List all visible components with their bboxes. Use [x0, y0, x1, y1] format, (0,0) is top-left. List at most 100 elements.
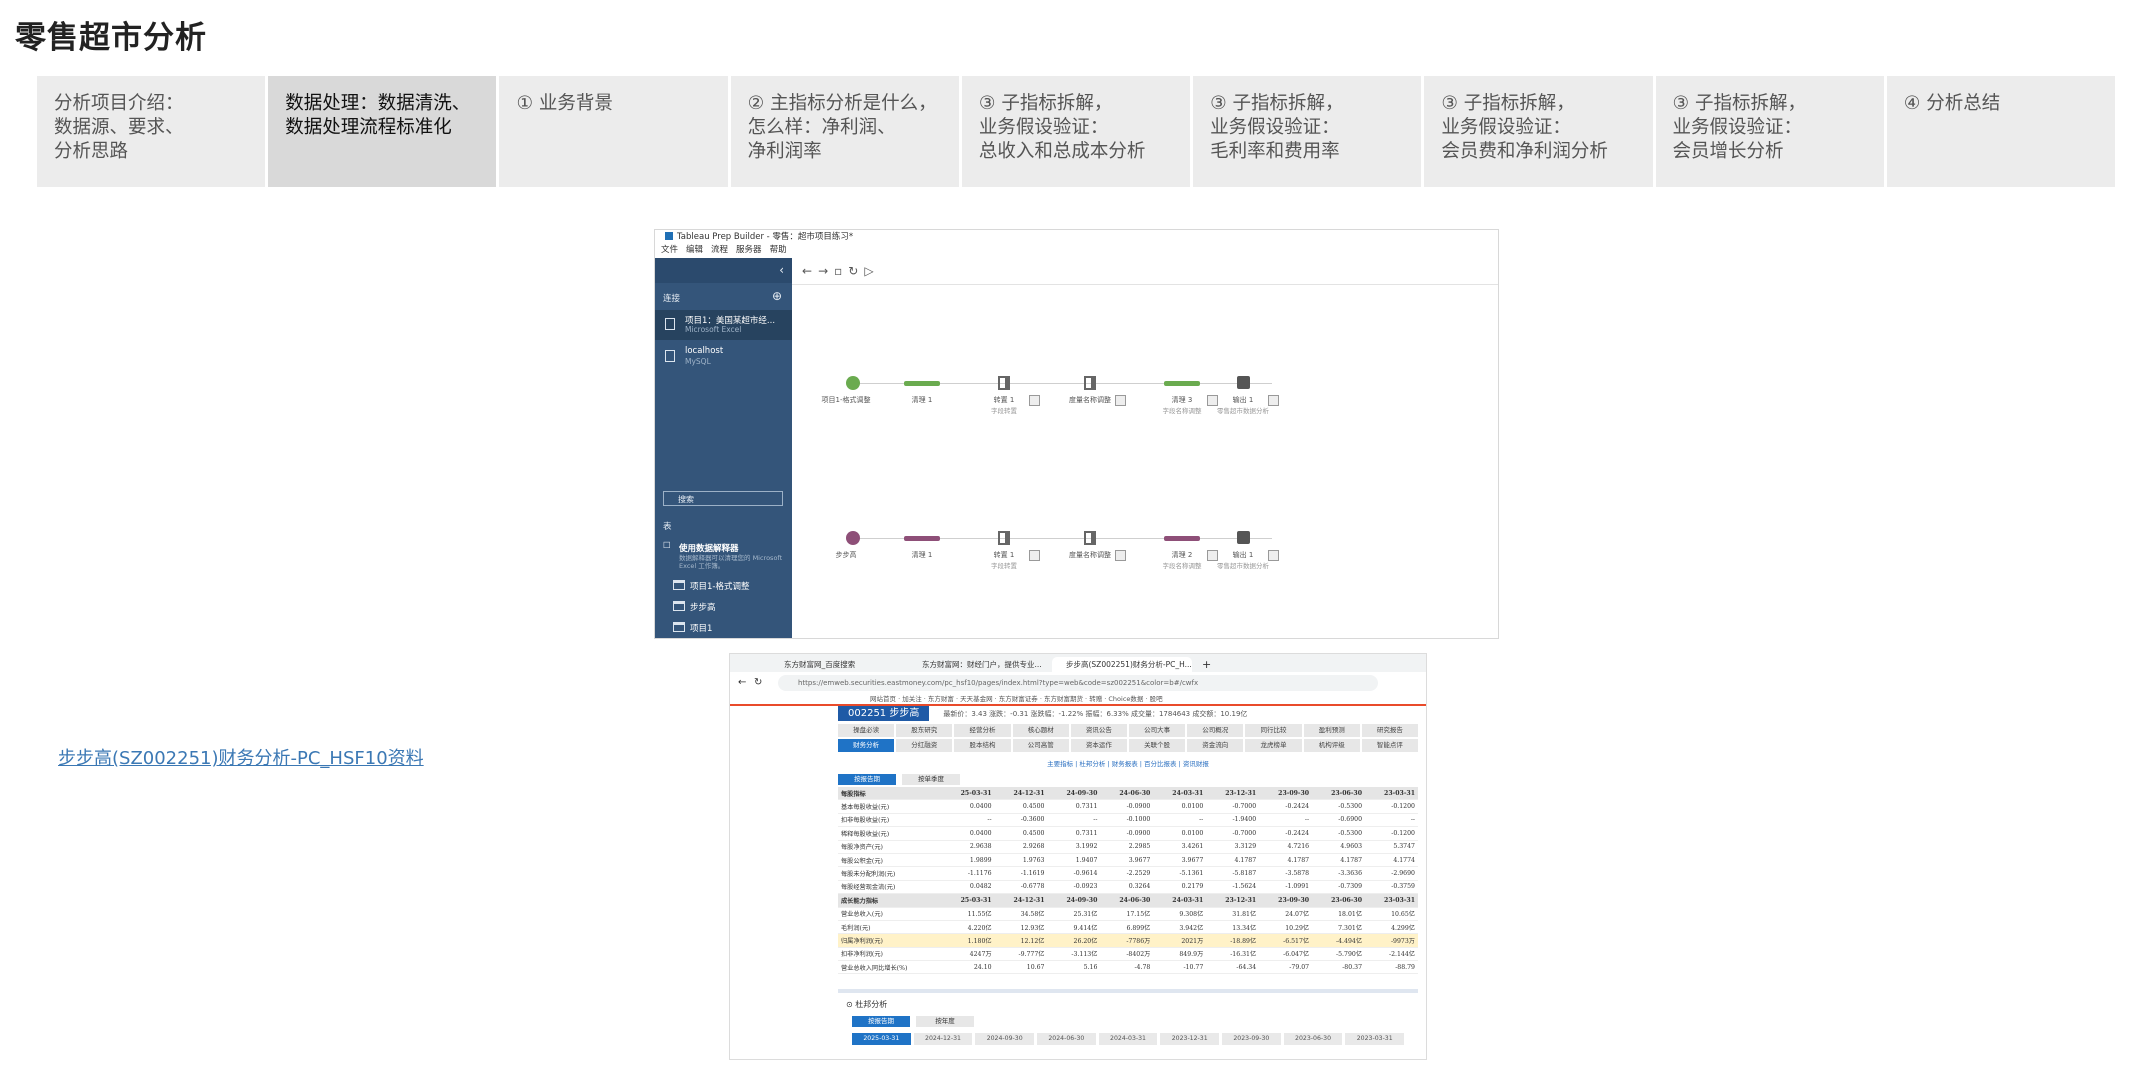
pivot-step-icon[interactable] — [998, 376, 1010, 390]
dupont-date-tab[interactable]: 2023-03-31 — [1345, 1033, 1405, 1045]
source-excel[interactable]: 项目1：美国某超市经... Microsoft Excel — [655, 310, 792, 340]
f10-nav-item[interactable]: 公司大事 — [1129, 724, 1186, 737]
f10-nav-item[interactable]: 分红融资 — [896, 739, 953, 752]
period-button[interactable]: 按单季度 — [902, 774, 960, 785]
f10-nav-item[interactable]: 资讯公告 — [1070, 724, 1127, 737]
dupont-date-tab[interactable]: 2023-09-30 — [1222, 1033, 1281, 1045]
flow-node-note[interactable]: 字段转置 — [991, 405, 1017, 415]
output-step-icon[interactable] — [1237, 376, 1250, 389]
dupont-button[interactable]: 按报告期 — [852, 1016, 910, 1027]
back-icon[interactable]: ← — [802, 264, 818, 278]
prep-menu-item[interactable]: 服务器 — [736, 245, 762, 255]
step-preview-icon[interactable] — [1115, 550, 1126, 561]
flow-node-label[interactable]: 度量名称调整 — [1069, 550, 1111, 560]
f10-nav-item[interactable]: 研究报告 — [1361, 724, 1418, 737]
collapse-icon[interactable]: ‹ — [655, 258, 792, 283]
step-tab-6[interactable]: ③ 子指标拆解， 业务假设验证： 毛利率和费用率 — [1193, 76, 1422, 187]
prep-menu-item[interactable]: 流程 — [711, 245, 728, 255]
f10-nav-item[interactable]: 公司高管 — [1012, 739, 1069, 752]
flow-node-note[interactable]: 字段名称调整 — [1163, 405, 1202, 415]
flow-node-label[interactable]: 清理 1 — [912, 550, 933, 560]
run-icon[interactable]: ▷ — [864, 264, 879, 278]
flow-node-label[interactable]: 清理 3 — [1172, 395, 1193, 405]
prep-menu-item[interactable]: 文件 — [661, 245, 678, 255]
pivot-step-icon[interactable] — [998, 531, 1010, 545]
forward-icon[interactable]: → — [818, 264, 834, 278]
output-step-icon[interactable] — [1237, 531, 1250, 544]
reload-icon[interactable]: ↻ — [754, 672, 762, 694]
flow-node-note[interactable]: 零售超市数据分析 — [1217, 560, 1269, 570]
table-item[interactable]: 项目1-格式调整 — [673, 580, 749, 592]
step-tab-8[interactable]: ③ 子指标拆解， 业务假设验证： 会员增长分析 — [1655, 76, 1884, 187]
dupont-date-tab[interactable]: 2024-06-30 — [1037, 1033, 1096, 1045]
input-node-icon[interactable] — [846, 376, 860, 390]
table-item[interactable]: 项目1 — [673, 622, 712, 634]
flow-node-label[interactable]: 度量名称调整 — [1069, 395, 1111, 405]
f10-nav-item[interactable]: 资金流向 — [1187, 739, 1244, 752]
input-node-icon[interactable] — [846, 531, 860, 545]
f10-nav-item[interactable]: 龙虎榜单 — [1245, 739, 1302, 752]
dupont-date-tab[interactable]: 2024-09-30 — [975, 1033, 1035, 1045]
flow-node-note[interactable]: 字段转置 — [991, 560, 1017, 570]
flow-node-label[interactable]: 清理 1 — [912, 395, 933, 405]
interpreter-checkbox[interactable]: ☐ — [663, 541, 671, 551]
table-item[interactable]: 步步高 — [673, 601, 716, 613]
f10-nav-item[interactable]: 股本结构 — [954, 739, 1011, 752]
f10-nav-item[interactable]: 核心题材 — [1012, 724, 1069, 737]
clean-step-icon[interactable] — [904, 536, 940, 541]
url-input[interactable]: https://emweb.securities.eastmoney.com/p… — [778, 675, 1378, 691]
table-search-input[interactable]: 搜索 — [663, 491, 783, 506]
f10-nav-item[interactable]: 操盘必读 — [838, 724, 895, 737]
refresh-icon[interactable]: ↻ — [848, 264, 864, 278]
step-tab-3[interactable]: ① 业务背景 — [499, 76, 728, 187]
flow-node-label[interactable]: 清理 2 — [1172, 550, 1193, 560]
step-preview-icon[interactable] — [1115, 395, 1126, 406]
step-preview-icon[interactable] — [1029, 550, 1040, 561]
f10-nav-item[interactable]: 智能点评 — [1361, 739, 1418, 752]
flow-node-label[interactable]: 步步高 — [836, 550, 857, 560]
step-tab-1[interactable]: 分析项目介绍： 数据源、要求、 分析思路 — [37, 76, 266, 187]
step-preview-icon[interactable] — [1029, 395, 1040, 406]
flow-node-label[interactable]: 项目1-格式调整 — [822, 395, 871, 405]
f10-nav-item[interactable]: 盈利预测 — [1303, 724, 1360, 737]
period-button[interactable]: 按报告期 — [838, 774, 896, 785]
section-links[interactable]: 主要指标 | 杜邦分析 | 财务报表 | 百分比报表 | 资讯财报 — [838, 758, 1418, 768]
dupont-date-tab[interactable]: 2025-03-31 — [852, 1033, 911, 1045]
back-icon[interactable]: ← — [738, 672, 746, 694]
flow-node-note[interactable]: 字段名称调整 — [1163, 560, 1202, 570]
step-tab-2[interactable]: 数据处理：数据清洗、 数据处理流程标准化 — [268, 76, 497, 187]
prep-menu-item[interactable]: 帮助 — [770, 245, 787, 255]
browser-tab[interactable]: 东方财富网_百度搜索 — [770, 657, 900, 672]
browser-tab[interactable]: 东方财富网：财经门户，提供专业... — [908, 657, 1046, 672]
pivot-step-icon[interactable] — [1084, 531, 1096, 545]
step-tab-4[interactable]: ② 主指标分析是什么， 怎么样：净利润、 净利润率 — [730, 76, 959, 187]
flow-node-label[interactable]: 输出 1 — [1233, 395, 1254, 405]
f10-nav-item[interactable]: 资本运作 — [1070, 739, 1127, 752]
dupont-date-tab[interactable]: 2024-03-31 — [1098, 1033, 1158, 1045]
dupont-date-tab[interactable]: 2023-06-30 — [1283, 1033, 1343, 1045]
flow-node-note[interactable]: 零售超市数据分析 — [1217, 405, 1269, 415]
flow-node-label[interactable]: 转置 1 — [994, 550, 1015, 560]
flow-node-label[interactable]: 转置 1 — [994, 395, 1015, 405]
clean-step-icon[interactable] — [1164, 536, 1200, 541]
clean-step-icon[interactable] — [1164, 381, 1200, 386]
save-icon[interactable]: ▫ — [834, 264, 848, 278]
f10-nav-item[interactable]: 股东研究 — [896, 724, 953, 737]
flow-node-label[interactable]: 输出 1 — [1233, 550, 1254, 560]
browser-tab-active[interactable]: 步步高(SZ002251)财务分析-PC_H... — [1052, 657, 1192, 672]
new-tab-icon[interactable]: + — [1196, 657, 1216, 672]
dupont-date-tab[interactable]: 2024-12-31 — [913, 1033, 973, 1045]
f10-nav-item[interactable]: 财务分析 — [838, 739, 895, 752]
dupont-button[interactable]: 按年度 — [916, 1016, 974, 1027]
reference-link[interactable]: 步步高(SZ002251)财务分析-PC_HSF10资料 — [58, 744, 424, 770]
f10-nav-item[interactable]: 关联个股 — [1129, 739, 1186, 752]
f10-nav-item[interactable]: 机构评级 — [1303, 739, 1360, 752]
source-mysql[interactable]: localhost MySQL — [655, 342, 792, 372]
step-preview-icon[interactable] — [1268, 395, 1279, 406]
step-preview-icon[interactable] — [1268, 550, 1279, 561]
step-tab-5[interactable]: ③ 子指标拆解， 业务假设验证： 总收入和总成本分析 — [961, 76, 1191, 187]
f10-nav-item[interactable]: 同行比较 — [1245, 724, 1302, 737]
step-tab-7[interactable]: ③ 子指标拆解， 业务假设验证： 会员费和净利润分析 — [1424, 76, 1653, 187]
clean-step-icon[interactable] — [904, 381, 940, 386]
f10-nav-item[interactable]: 公司概况 — [1187, 724, 1244, 737]
